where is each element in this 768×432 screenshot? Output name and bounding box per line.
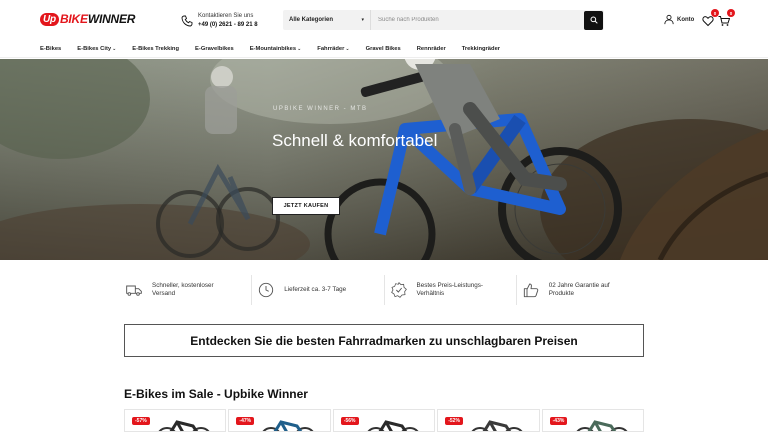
- hero-eyebrow: UPBIKE WINNER - MTB: [273, 106, 368, 112]
- nav-item-e-bikes-city[interactable]: E-Bikes City ⌄: [77, 46, 116, 52]
- nav-item-label: Gravel Bikes: [365, 45, 401, 52]
- chevron-down-icon: ⌄: [345, 45, 350, 52]
- nav-item-label: Rennräder: [416, 45, 446, 52]
- feature-line: Produkte: [548, 290, 574, 297]
- nav-item-label: Fahrräder: [317, 45, 345, 52]
- nav-item-label: E-Mountainbikes: [249, 45, 297, 52]
- feature-warranty: 02 Jahre Garantie auf Produkte: [517, 275, 648, 305]
- thumbs-up-icon: [523, 283, 539, 298]
- feature-line: 02 Jahre Garantie auf: [548, 281, 610, 289]
- feature-line: Versand: [152, 290, 176, 297]
- main-nav: E-Bikes E-Bikes City ⌄ E-Bikes Trekking E…: [0, 40, 768, 58]
- product-card[interactable]: -57%: [124, 409, 227, 432]
- cart-button[interactable]: 0: [718, 9, 735, 26]
- product-card[interactable]: -43%: [541, 409, 645, 432]
- hero-title: Schnell & komfortabel: [272, 131, 438, 150]
- contact-block[interactable]: Kontaktieren Sie uns +49 (0) 2621 - 89 2…: [181, 12, 258, 30]
- nav-item-label: E-Bikes: [40, 45, 62, 52]
- cart-icon: [718, 16, 731, 26]
- nav-item-e-bikes-trekking[interactable]: E-Bikes Trekking: [132, 46, 179, 52]
- badge-icon: [390, 282, 407, 298]
- chevron-down-icon: ▾: [361, 17, 364, 23]
- logo-badge: Up: [40, 12, 59, 26]
- wishlist-button[interactable]: 0: [702, 9, 719, 27]
- nav-item-label: E-Bikes City: [77, 45, 112, 52]
- feature-value: Bestes Preis-Leistungs- Verhältnis: [385, 275, 517, 305]
- phone-icon: [181, 15, 193, 27]
- hero-banner: [0, 59, 768, 260]
- contact-phone[interactable]: +49 (0) 2621 - 89 21 8: [198, 21, 258, 30]
- nav-item-label: E-Gravelbikes: [195, 45, 234, 52]
- logo-bike-text: BIKE: [59, 12, 88, 26]
- search-bar: Alle Kategorien ▾: [283, 10, 604, 30]
- nav-item-e-bikes[interactable]: E-Bikes: [40, 46, 61, 52]
- nav-item-rennraeder[interactable]: Rennräder: [417, 46, 446, 52]
- discount-badge: -47%: [236, 417, 255, 425]
- nav-item-label: Trekkingräder: [461, 45, 501, 52]
- product-card[interactable]: -47%: [228, 409, 331, 432]
- bike-thumbnail: [158, 420, 210, 431]
- logo-winner-text: WINNER: [87, 12, 136, 26]
- bike-thumbnail: [576, 420, 628, 431]
- product-card[interactable]: -52%: [437, 409, 540, 432]
- shop-now-button[interactable]: JETZT KAUFEN: [272, 197, 340, 215]
- feature-delivery-time: Lieferzeit ca. 3-7 Tage: [252, 275, 385, 305]
- chevron-down-icon: ⌄: [297, 45, 302, 52]
- nav-item-e-mountainbikes[interactable]: E-Mountainbikes ⌄: [250, 46, 302, 52]
- search-input[interactable]: [371, 10, 584, 30]
- cart-count: 0: [727, 9, 735, 17]
- bike-thumbnail: [262, 420, 314, 431]
- feature-line: Verhältnis: [416, 290, 445, 297]
- discount-badge: -52%: [445, 417, 463, 425]
- chevron-down-icon: ⌄: [112, 45, 117, 52]
- feature-shipping: Schneller, kostenloser Versand: [120, 275, 253, 305]
- category-select[interactable]: Alle Kategorien ▾: [283, 10, 371, 30]
- bike-thumbnail: [367, 420, 419, 431]
- site-logo[interactable]: Up BIKE WINNER: [40, 12, 135, 26]
- section-title: E-Bikes im Sale - Upbike Winner: [124, 387, 308, 401]
- site-header: Up BIKE WINNER Kontaktieren Sie uns +49 …: [0, 0, 768, 40]
- brands-banner: Entdecken Sie die besten Fahrradmarken z…: [124, 324, 644, 357]
- account-link[interactable]: Konto: [664, 14, 694, 25]
- category-select-label: Alle Kategorien: [289, 17, 334, 23]
- feature-line: Bestes Preis-Leistungs-: [416, 281, 484, 289]
- nav-item-fahrraeder[interactable]: Fahrräder ⌄: [317, 46, 349, 52]
- account-label: Konto: [677, 16, 695, 23]
- nav-item-e-gravelbikes[interactable]: E-Gravelbikes: [195, 46, 234, 52]
- heart-icon: [702, 16, 714, 27]
- nav-item-gravel-bikes[interactable]: Gravel Bikes: [366, 46, 401, 52]
- user-icon: [664, 14, 674, 25]
- nav-item-trekkingraeder[interactable]: Trekkingräder: [462, 46, 500, 52]
- discount-badge: -56%: [340, 417, 359, 425]
- bike-thumbnail: [471, 420, 523, 431]
- feature-line: Schneller, kostenloser: [152, 281, 214, 289]
- feature-line: Lieferzeit ca. 3-7 Tage: [284, 285, 347, 293]
- search-icon: [590, 16, 598, 24]
- contact-label: Kontaktieren Sie uns: [198, 13, 254, 19]
- nav-item-label: E-Bikes Trekking: [132, 45, 180, 52]
- features-bar: Schneller, kostenloser Versand Lieferzei…: [120, 275, 648, 305]
- product-card[interactable]: -56%: [332, 409, 436, 432]
- product-list: -57% -47% -56% -52% -43%: [124, 409, 645, 432]
- truck-icon: [126, 285, 142, 296]
- clock-icon: [259, 282, 274, 298]
- hero-photo: [0, 59, 768, 260]
- discount-badge: -43%: [549, 417, 568, 425]
- discount-badge: -57%: [132, 417, 150, 425]
- search-button[interactable]: [584, 10, 603, 30]
